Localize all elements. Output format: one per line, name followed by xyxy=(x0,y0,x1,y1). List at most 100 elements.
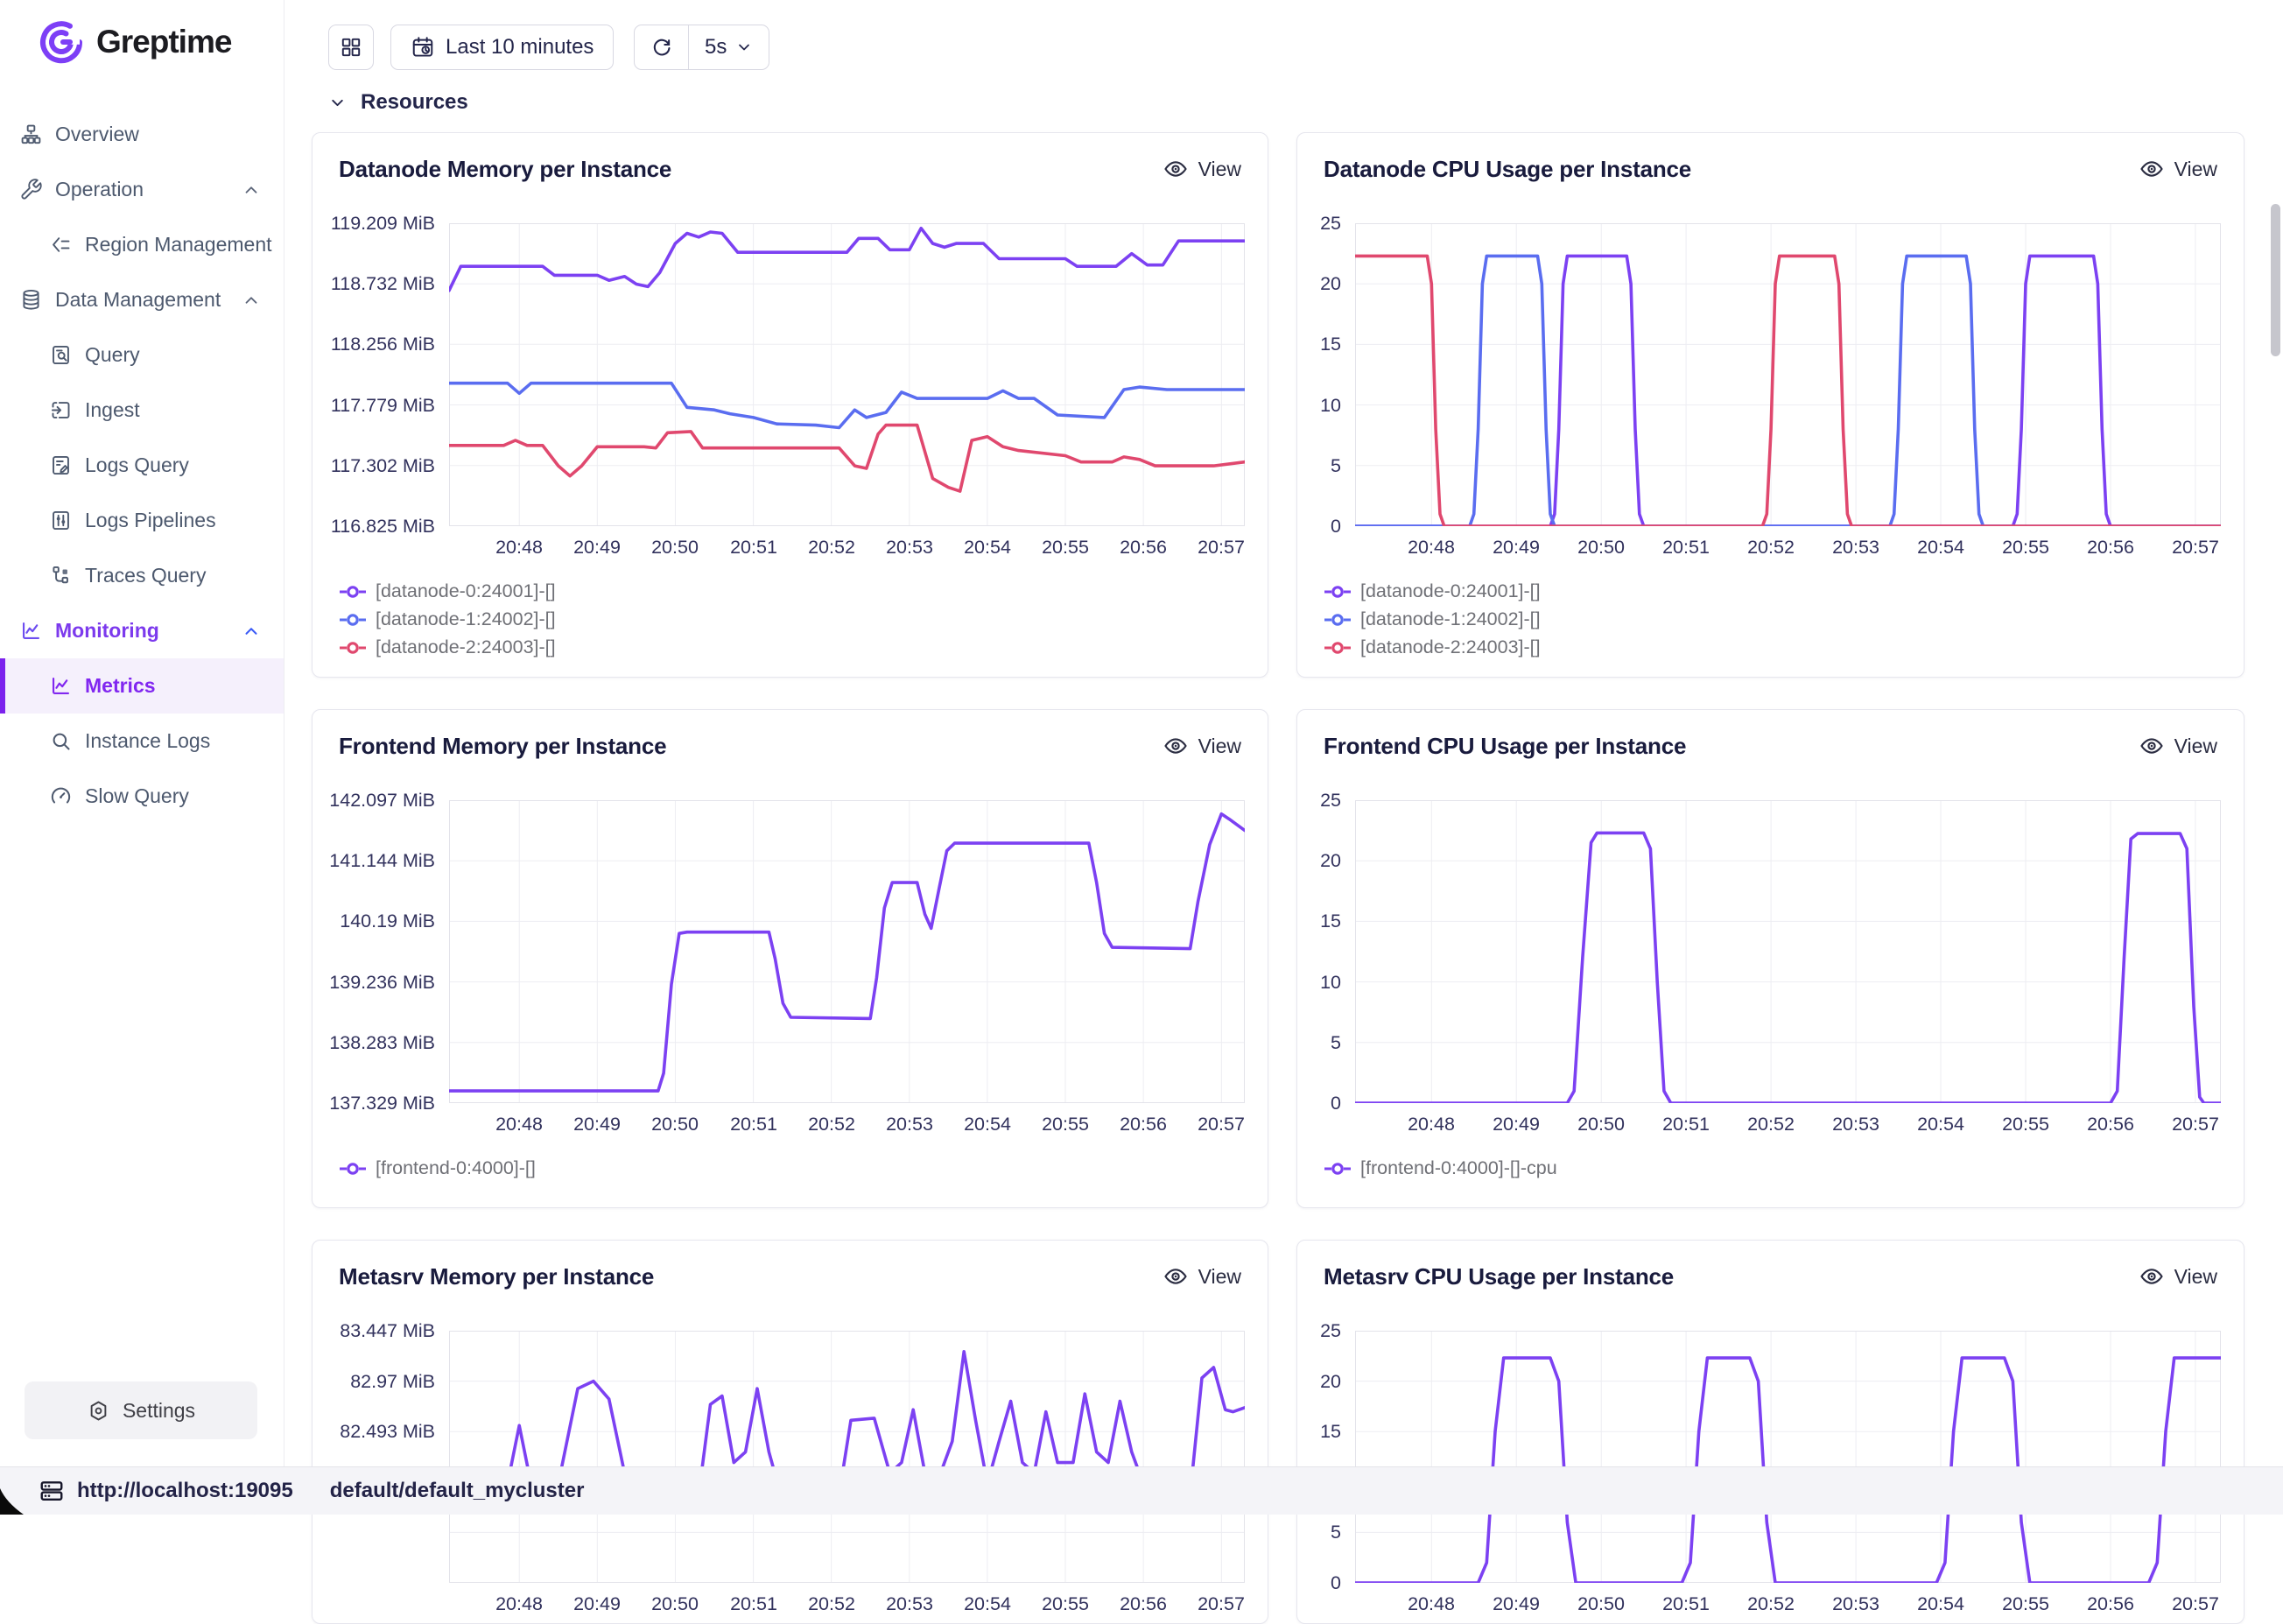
legend-label: [frontend-0:4000]-[]-cpu xyxy=(1360,1157,1557,1179)
resources-section-toggle[interactable]: Resources xyxy=(328,90,468,115)
y-axis-label: 83.447 MiB xyxy=(313,1318,435,1344)
legend-marker-icon xyxy=(1324,640,1352,656)
chart-canvas[interactable] xyxy=(1355,1331,2221,1583)
chart-title: Datanode Memory per Instance xyxy=(339,156,671,183)
eye-icon xyxy=(1163,733,1189,759)
chart-title: Frontend Memory per Instance xyxy=(339,733,666,760)
legend-item[interactable]: [datanode-0:24001]-[] xyxy=(1324,580,2244,602)
sidebar-item-data-management[interactable]: Data Management xyxy=(0,272,284,327)
chart-plot[interactable]: 252015105020:4820:4920:5020:5120:5220:53… xyxy=(1297,800,2244,1143)
x-axis-label: 20:57 xyxy=(2156,1593,2235,1615)
view-button[interactable]: View xyxy=(2139,1263,2217,1290)
chart-title: Metasrv CPU Usage per Instance xyxy=(1324,1263,1674,1290)
y-axis-label: 10 xyxy=(1297,392,1341,418)
legend-item[interactable]: [frontend-0:4000]-[]-cpu xyxy=(1324,1157,2244,1179)
y-axis-label: 20 xyxy=(1297,271,1341,297)
sidebar-item-logs-pipelines[interactable]: Logs Pipelines xyxy=(0,493,284,548)
x-axis-label: 20:54 xyxy=(1901,1593,1980,1615)
chart-canvas[interactable] xyxy=(449,223,1245,526)
layout-grid-button[interactable] xyxy=(328,25,374,70)
sidebar-item-instance-logs[interactable]: Instance Logs xyxy=(0,714,284,769)
legend-item[interactable]: [datanode-2:24003]-[] xyxy=(1324,636,2244,658)
x-axis-label: 20:48 xyxy=(1392,1593,1471,1615)
x-axis-label: 20:52 xyxy=(792,537,871,559)
settings-label: Settings xyxy=(123,1399,195,1423)
sidebar-item-logs-query[interactable]: Logs Query xyxy=(0,438,284,493)
legend-marker-icon xyxy=(339,640,367,656)
chart-line-icon xyxy=(49,674,73,698)
refresh-control: 5s xyxy=(634,25,769,70)
charts-grid: Datanode Memory per Instance View 119.20… xyxy=(312,132,2244,1624)
sidebar-item-metrics[interactable]: Metrics xyxy=(0,658,284,714)
eye-icon xyxy=(1163,156,1189,182)
chart-plot[interactable]: 252015105020:4820:4920:5020:5120:5220:53… xyxy=(1297,223,2244,566)
sidebar-item-slow-query[interactable]: Slow Query xyxy=(0,769,284,824)
view-button[interactable]: View xyxy=(2139,156,2217,182)
legend-label: [datanode-1:24002]-[] xyxy=(376,608,556,630)
x-axis-label: 20:49 xyxy=(558,1114,636,1135)
refresh-button[interactable] xyxy=(635,25,689,69)
x-axis-label: 20:53 xyxy=(1816,1593,1895,1615)
view-button[interactable]: View xyxy=(2139,733,2217,759)
x-axis-label: 20:52 xyxy=(792,1114,871,1135)
chart-canvas[interactable] xyxy=(1355,223,2221,526)
sitemap-icon xyxy=(19,123,43,146)
legend-item[interactable]: [datanode-2:24003]-[] xyxy=(339,636,1268,658)
sidebar-item-label: Operation xyxy=(55,178,144,201)
y-axis-label: 25 xyxy=(1297,787,1341,813)
legend-item[interactable]: [datanode-1:24002]-[] xyxy=(1324,608,2244,630)
chart-canvas[interactable] xyxy=(449,1331,1245,1583)
sidebar-item-ingest[interactable]: Ingest xyxy=(0,383,284,438)
x-axis-label: 20:49 xyxy=(1477,537,1556,559)
x-axis-label: 20:52 xyxy=(1732,1593,1810,1615)
x-axis-label: 20:50 xyxy=(636,537,714,559)
chevron-up-icon[interactable] xyxy=(242,291,261,310)
chart-plot[interactable]: 119.209 MiB118.732 MiB118.256 MiB117.779… xyxy=(313,223,1268,566)
sidebar-item-traces-query[interactable]: Traces Query xyxy=(0,548,284,603)
view-button[interactable]: View xyxy=(1163,1263,1241,1290)
brand-logo[interactable]: Greptime xyxy=(0,0,284,67)
sidebar: Greptime Overview Operation Region Manag… xyxy=(0,0,284,1515)
x-axis-label: 20:50 xyxy=(636,1593,714,1615)
chevron-up-icon[interactable] xyxy=(242,622,261,641)
chart-card-metasrv-memory: Metasrv Memory per Instance View 83.447 … xyxy=(312,1240,1268,1624)
x-axis-label: 20:49 xyxy=(1477,1114,1556,1135)
refresh-interval-select[interactable]: 5s xyxy=(689,35,769,60)
sidebar-item-monitoring[interactable]: Monitoring xyxy=(0,603,284,658)
eye-icon xyxy=(2139,1263,2165,1290)
x-axis-label: 20:55 xyxy=(1986,1593,2065,1615)
legend-item[interactable]: [datanode-0:24001]-[] xyxy=(339,580,1268,602)
view-button[interactable]: View xyxy=(1163,156,1241,182)
x-axis-label: 20:55 xyxy=(1986,537,2065,559)
chart-canvas[interactable] xyxy=(1355,800,2221,1103)
gear-icon xyxy=(87,1399,110,1423)
x-axis-label: 20:50 xyxy=(1562,1114,1640,1135)
legend-item[interactable]: [datanode-1:24002]-[] xyxy=(339,608,1268,630)
sidebar-item-overview[interactable]: Overview xyxy=(0,107,284,162)
endpoint-url[interactable]: http://localhost:19095 xyxy=(77,1479,293,1503)
sidebar-item-query[interactable]: Query xyxy=(0,327,284,383)
legend-item[interactable]: [frontend-0:4000]-[] xyxy=(339,1157,1268,1179)
view-button[interactable]: View xyxy=(1163,733,1241,759)
chart-legend: [frontend-0:4000]-[]-cpu xyxy=(1297,1143,2244,1179)
legend-label: [datanode-1:24002]-[] xyxy=(1360,608,1541,630)
y-axis-label: 5 xyxy=(1297,1519,1341,1545)
x-axis-label: 20:56 xyxy=(2071,1593,2150,1615)
y-axis-label: 5 xyxy=(1297,1030,1341,1056)
eye-icon xyxy=(2139,733,2165,759)
sidebar-item-region-management[interactable]: Region Management xyxy=(0,217,284,272)
x-axis-label: 20:48 xyxy=(480,1114,558,1135)
vertical-scrollbar[interactable] xyxy=(2271,204,2280,356)
y-axis-label: 5 xyxy=(1297,453,1341,479)
document-edit-icon xyxy=(49,453,73,477)
chart-plot[interactable]: 142.097 MiB141.144 MiB140.19 MiB139.236 … xyxy=(313,800,1268,1143)
refresh-icon xyxy=(650,36,673,59)
x-axis-label: 20:49 xyxy=(558,537,636,559)
x-axis-label: 20:56 xyxy=(1104,1114,1183,1135)
chevron-up-icon[interactable] xyxy=(242,180,261,200)
cluster-name[interactable]: default/default_mycluster xyxy=(330,1479,585,1503)
chart-canvas[interactable] xyxy=(449,800,1245,1103)
time-range-button[interactable]: Last 10 minutes xyxy=(390,25,614,70)
settings-button[interactable]: Settings xyxy=(25,1381,257,1439)
sidebar-item-operation[interactable]: Operation xyxy=(0,162,284,217)
